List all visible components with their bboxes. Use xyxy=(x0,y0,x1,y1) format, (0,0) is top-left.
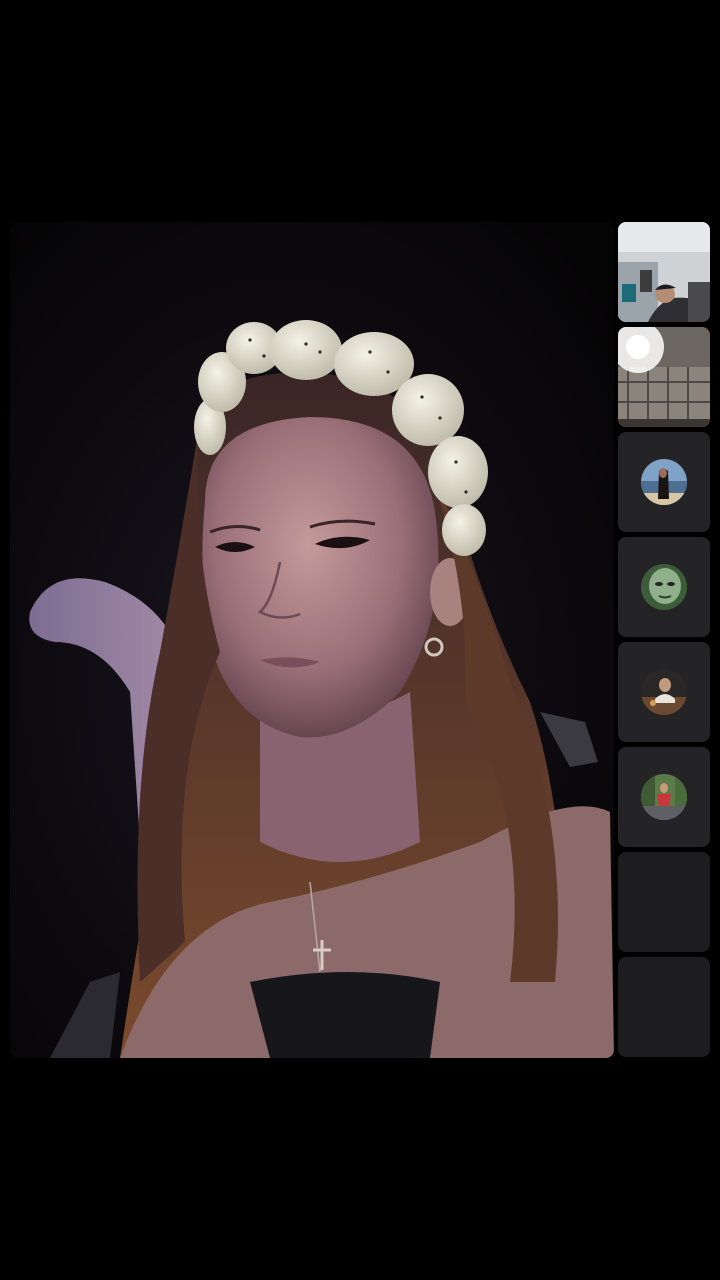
participant-avatar-4 xyxy=(641,564,687,610)
participant-tile-6[interactable] xyxy=(618,747,710,847)
empty-participant-slot-2[interactable] xyxy=(618,957,710,1057)
participant-video-2 xyxy=(618,327,710,427)
main-video-feed[interactable] xyxy=(10,222,614,1058)
main-video-frame xyxy=(10,222,614,1058)
participant-tile-3[interactable] xyxy=(618,432,710,532)
call-screen xyxy=(0,0,720,1280)
empty-participant-slot-1[interactable] xyxy=(618,852,710,952)
participant-avatar-6 xyxy=(641,774,687,820)
participant-avatar-5 xyxy=(641,669,687,715)
participant-tile-2[interactable] xyxy=(618,327,710,427)
participant-tile-5[interactable] xyxy=(618,642,710,742)
participants-sidebar xyxy=(618,222,710,1058)
participant-avatar-3 xyxy=(641,459,687,505)
participant-tile-4[interactable] xyxy=(618,537,710,637)
participant-tile-1[interactable] xyxy=(618,222,710,322)
participant-video-1 xyxy=(618,222,710,322)
